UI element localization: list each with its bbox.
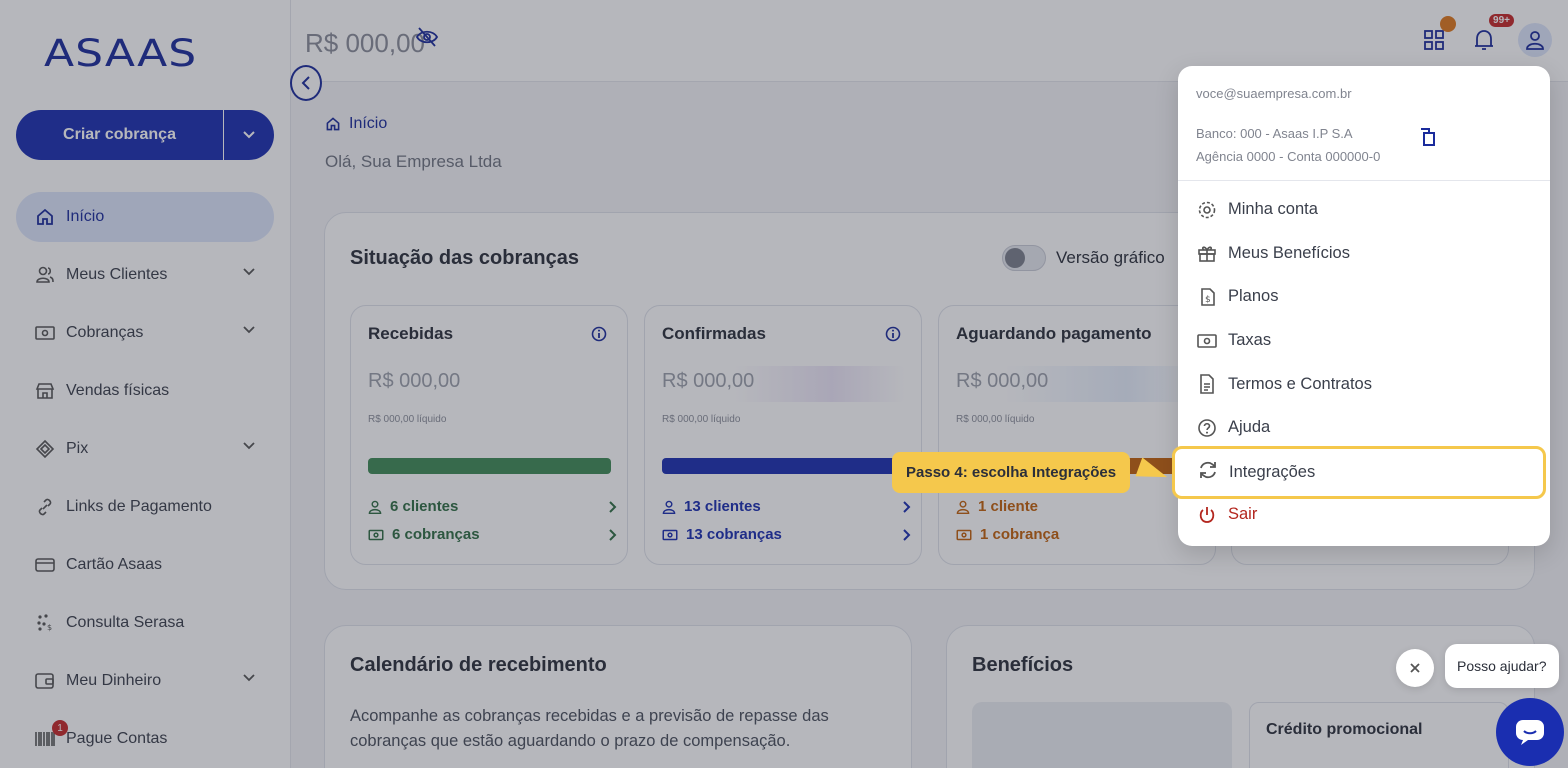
menu-item-ajuda[interactable]: Ajuda [1178,406,1550,450]
sync-icon [1197,459,1219,486]
agency-line: Agência 0000 - Conta 000000-0 [1196,149,1381,164]
gift-icon [1196,242,1218,264]
menu-item-meus-beneficios[interactable]: Meus Benefícios [1178,232,1550,276]
copy-icon[interactable] [1418,126,1438,148]
bank-details: Banco: 000 - Asaas I.P S.A Agência 0000 … [1196,122,1380,168]
gear-icon [1196,199,1218,221]
menu-item-sair[interactable]: Sair [1178,493,1550,537]
menu-item-planos[interactable]: $ Planos [1178,275,1550,319]
menu-item-label: Termos e Contratos [1228,374,1372,393]
menu-item-label: Ajuda [1228,418,1271,437]
menu-item-label: Planos [1228,287,1279,306]
help-bubble[interactable]: Posso ajudar? [1445,644,1559,688]
plan-icon: $ [1196,286,1218,308]
menu-item-taxas[interactable]: Taxas [1178,319,1550,363]
document-icon [1196,373,1218,395]
svg-text:$: $ [1205,295,1211,305]
menu-item-label: Sair [1228,505,1258,524]
menu-item-integracoes[interactable]: Integrações [1172,446,1546,499]
help-close-button[interactable] [1396,649,1434,687]
chat-icon [1516,720,1544,745]
bank-line: Banco: 000 - Asaas I.P S.A [1196,126,1353,141]
help-icon [1196,417,1218,439]
tour-tooltip: Passo 4: escolha Integrações [892,452,1131,493]
money-icon [1196,330,1218,352]
menu-item-minha-conta[interactable]: Minha conta [1178,188,1550,232]
menu-item-label: Minha conta [1228,200,1318,219]
menu-item-termos[interactable]: Termos e Contratos [1178,362,1550,406]
menu-divider [1178,180,1550,181]
close-icon [1410,663,1420,673]
menu-item-label: Taxas [1228,331,1272,350]
account-email: voce@suaempresa.com.br [1196,86,1352,101]
menu-item-label: Meus Benefícios [1228,243,1350,262]
menu-item-label: Integrações [1229,463,1316,481]
power-icon [1196,504,1218,526]
chat-button[interactable] [1496,698,1564,766]
